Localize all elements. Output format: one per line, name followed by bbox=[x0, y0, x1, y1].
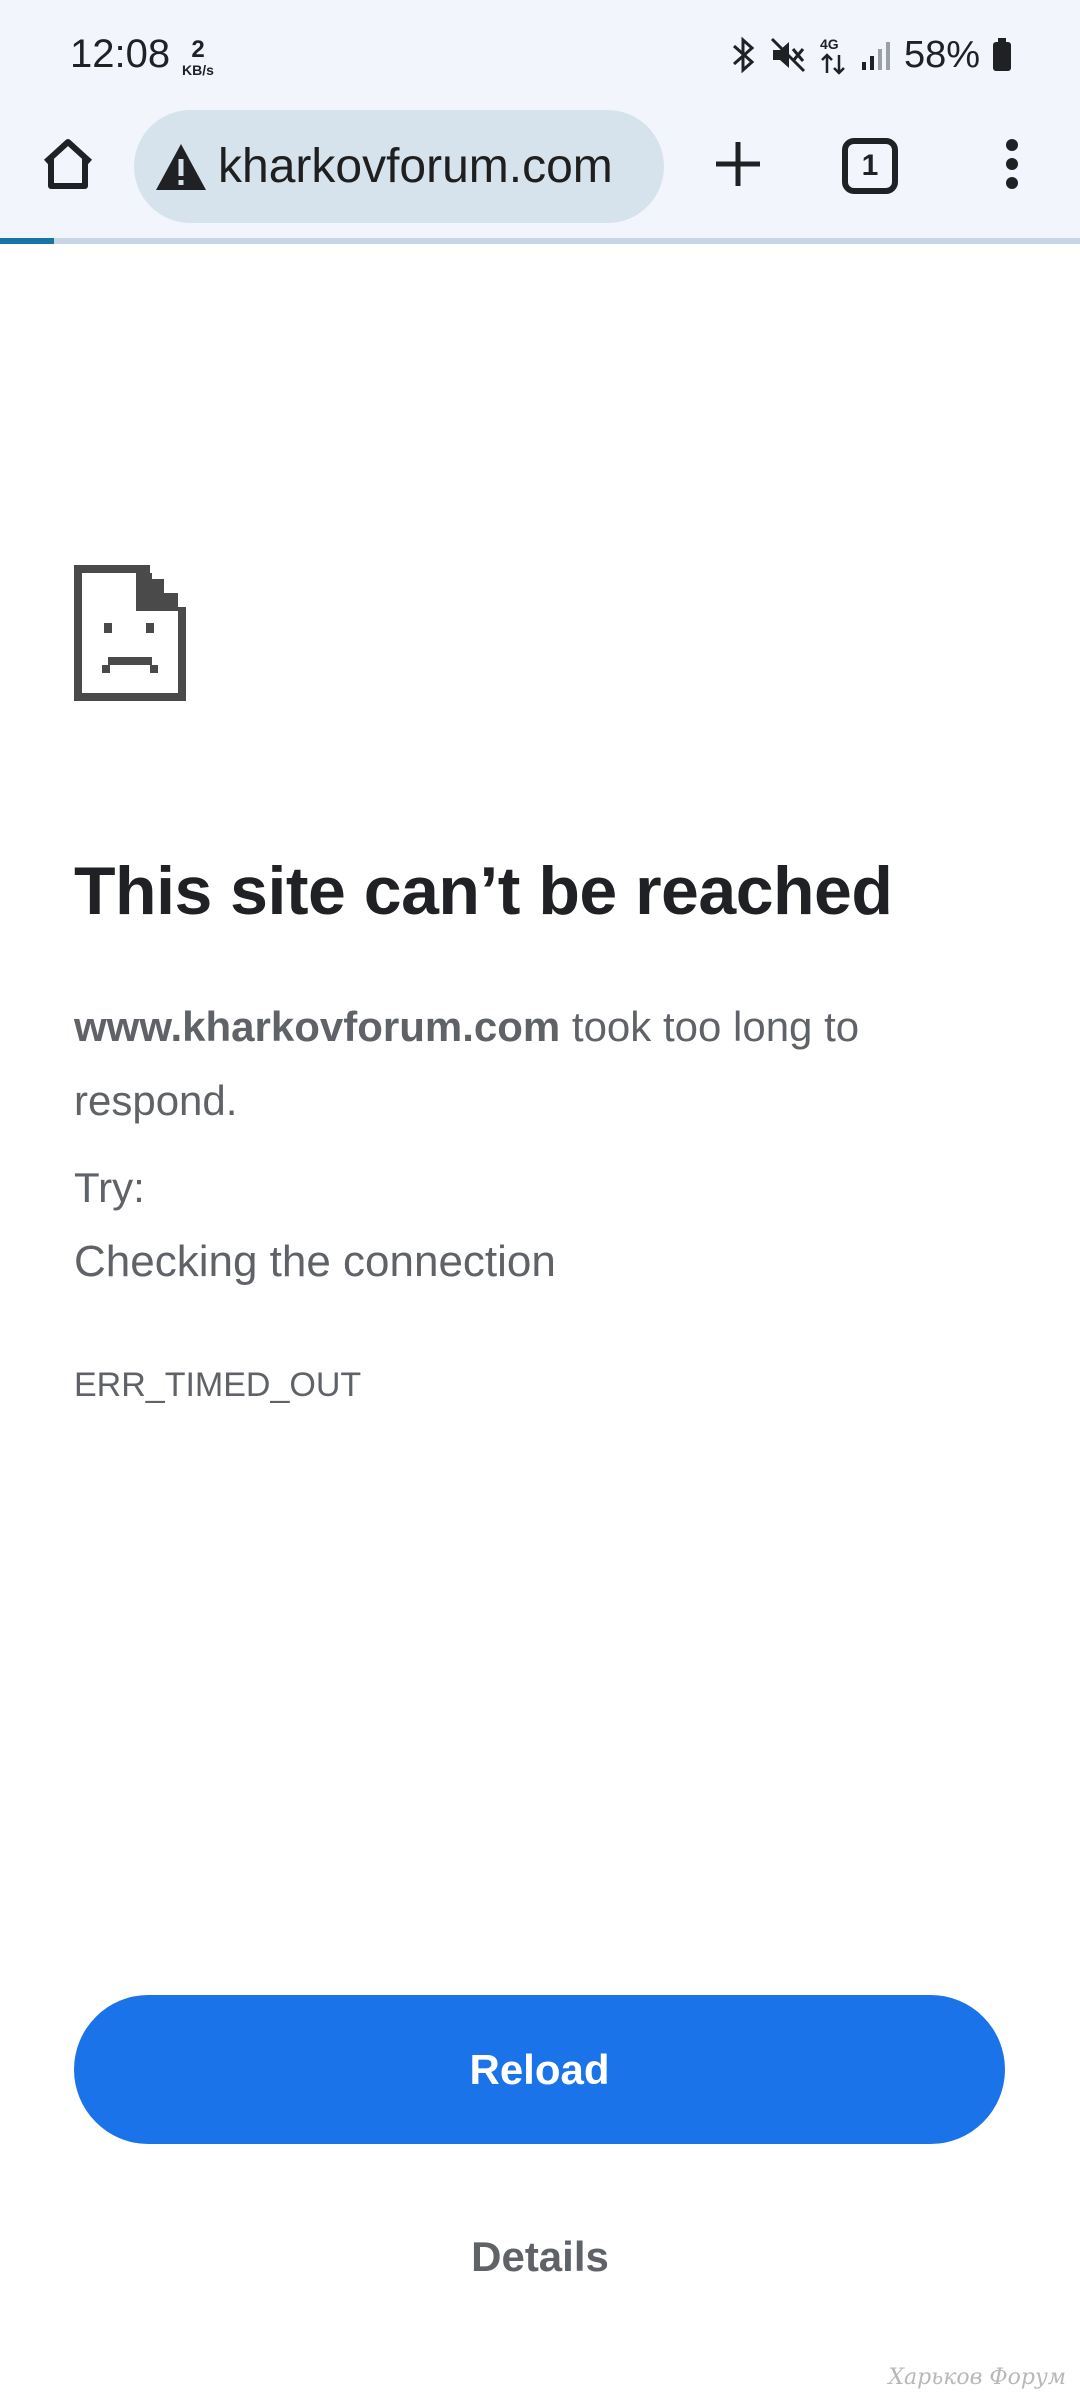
home-icon bbox=[40, 136, 96, 197]
battery-percent: 58% bbox=[903, 33, 980, 76]
browser-top-area: 12:08 2 KB/s 4G 58% kharkovforum.com 1 bbox=[0, 0, 1080, 244]
error-host: www.kharkovforum.com bbox=[74, 1003, 561, 1050]
watermark: Харьков Форум bbox=[888, 2365, 1066, 2390]
network-speed: 2 KB/s bbox=[176, 36, 220, 79]
plus-icon bbox=[713, 139, 763, 194]
page-load-progress-bar bbox=[0, 238, 1080, 244]
status-icons: 4G 58% bbox=[730, 30, 1012, 80]
network-type-label: 4G bbox=[820, 36, 839, 52]
new-tab-button[interactable] bbox=[700, 128, 776, 204]
details-button[interactable]: Details bbox=[380, 2222, 700, 2292]
error-title: This site can’t be reached bbox=[74, 853, 893, 929]
status-time: 12:08 bbox=[70, 32, 171, 76]
sad-page-icon bbox=[74, 565, 186, 706]
tab-count: 1 bbox=[861, 149, 879, 182]
network-speed-unit: KB/s bbox=[182, 62, 214, 78]
page-load-progress-fill bbox=[0, 238, 54, 244]
tab-switcher-button[interactable]: 1 bbox=[842, 138, 898, 194]
address-bar[interactable]: kharkovforum.com bbox=[134, 110, 664, 223]
battery-icon bbox=[992, 38, 1012, 72]
suggestion-item: Checking the connection bbox=[74, 1237, 556, 1286]
menu-button[interactable] bbox=[982, 128, 1042, 204]
url-text: kharkovforum.com bbox=[218, 140, 613, 193]
mute-icon bbox=[770, 37, 806, 73]
reload-button[interactable]: Reload bbox=[74, 1995, 1005, 2144]
try-label: Try: bbox=[74, 1164, 145, 1211]
more-vert-icon bbox=[1004, 138, 1020, 195]
home-button[interactable] bbox=[30, 128, 106, 204]
error-description: www.kharkovforum.com took too long to re… bbox=[74, 990, 1004, 1138]
signal-icon bbox=[860, 38, 892, 72]
mobile-data-icon: 4G bbox=[818, 35, 848, 75]
network-speed-value: 2 bbox=[191, 36, 205, 63]
bluetooth-icon bbox=[730, 36, 758, 74]
not-secure-warning-icon[interactable] bbox=[154, 142, 208, 192]
error-code: ERR_TIMED_OUT bbox=[74, 1366, 362, 1404]
